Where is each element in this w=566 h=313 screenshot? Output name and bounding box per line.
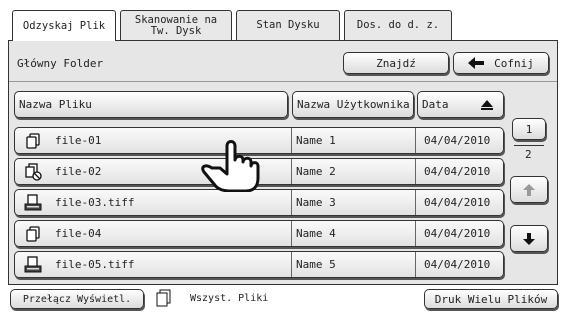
file-row[interactable]: file-05.tiff Name 5 04/04/2010 [14, 251, 504, 278]
copy-no-print-icon [23, 159, 43, 184]
scanner-icon [23, 252, 43, 277]
file-date: 04/04/2010 [415, 128, 503, 153]
file-date: 04/04/2010 [415, 190, 503, 215]
tab-label: Skanowanie na Tw. Dysk [134, 13, 218, 37]
file-name: file-01 [55, 134, 102, 147]
tab-label: Odzyskaj Plik [22, 19, 106, 32]
column-header-file-name[interactable]: Nazwa Pliku [14, 91, 288, 118]
total-pages: 2 [525, 148, 532, 161]
scroll-up-button[interactable] [510, 176, 548, 203]
all-files-label: Wszyst. Pliki [190, 293, 269, 304]
back-button[interactable]: Cofnij [453, 52, 549, 74]
back-button-label: Cofnij [494, 56, 534, 70]
file-date: 04/04/2010 [415, 159, 503, 184]
page-divider [514, 145, 544, 146]
arrow-left-icon [468, 57, 485, 69]
column-header-label: Nazwa Pliku [19, 98, 92, 111]
column-header-date[interactable]: Data [417, 91, 504, 118]
arrow-down-icon [523, 232, 535, 245]
copy-document-icon [23, 128, 43, 153]
column-header-user-name[interactable]: Nazwa Użytkownika [292, 91, 414, 118]
sort-ascending-icon [481, 100, 493, 110]
tab-skanowanie[interactable]: Skanowanie na Tw. Dysk [120, 10, 232, 40]
copy-document-icon [23, 221, 43, 246]
arrow-up-icon [523, 183, 535, 196]
file-user: Name 5 [291, 252, 413, 277]
multi-print-label: Druk Wielu Plików [434, 292, 548, 306]
column-header-label: Data [422, 98, 449, 111]
file-row[interactable]: file-03.tiff Name 3 04/04/2010 [14, 189, 504, 216]
tab-stan-dysku[interactable]: Stan Dysku [236, 10, 340, 40]
copy-document-icon [155, 289, 173, 307]
current-page: 1 [525, 122, 533, 136]
file-user: Name 1 [291, 128, 413, 153]
page-number-button[interactable]: 1 [512, 118, 546, 140]
switch-view-button[interactable]: Przełącz Wyświetl. [10, 289, 144, 309]
folder-bar: Główny Folder Znajdź Cofnij [9, 41, 557, 82]
file-name: file-04 [55, 227, 102, 240]
scroll-down-button[interactable] [510, 225, 548, 252]
file-user: Name 3 [291, 190, 413, 215]
folder-name: Główny Folder [17, 57, 104, 70]
tab-odzyskaj-plik[interactable]: Odzyskaj Plik [12, 10, 116, 41]
file-name: file-03.tiff [55, 196, 135, 209]
tab-dos-do-dz[interactable]: Dos. do d. z. [344, 10, 452, 40]
multi-print-button[interactable]: Druk Wielu Plików [424, 289, 558, 309]
search-button-label: Znajdź [376, 56, 416, 70]
file-date: 04/04/2010 [415, 252, 503, 277]
pointer-hand-icon [196, 140, 262, 192]
column-header-label: Nazwa Użytkownika [297, 98, 410, 111]
file-row[interactable]: file-04 Name 4 04/04/2010 [14, 220, 504, 247]
tab-label: Dos. do d. z. [356, 19, 440, 31]
switch-view-label: Przełącz Wyświetl. [22, 293, 132, 305]
file-name: file-02 [55, 165, 102, 178]
file-user: Name 2 [291, 159, 413, 184]
search-button[interactable]: Znajdź [343, 52, 449, 74]
file-date: 04/04/2010 [415, 221, 503, 246]
file-user: Name 4 [291, 221, 413, 246]
tab-label: Stan Dysku [256, 19, 320, 31]
file-name: file-05.tiff [55, 258, 135, 271]
scanner-icon [23, 190, 43, 215]
